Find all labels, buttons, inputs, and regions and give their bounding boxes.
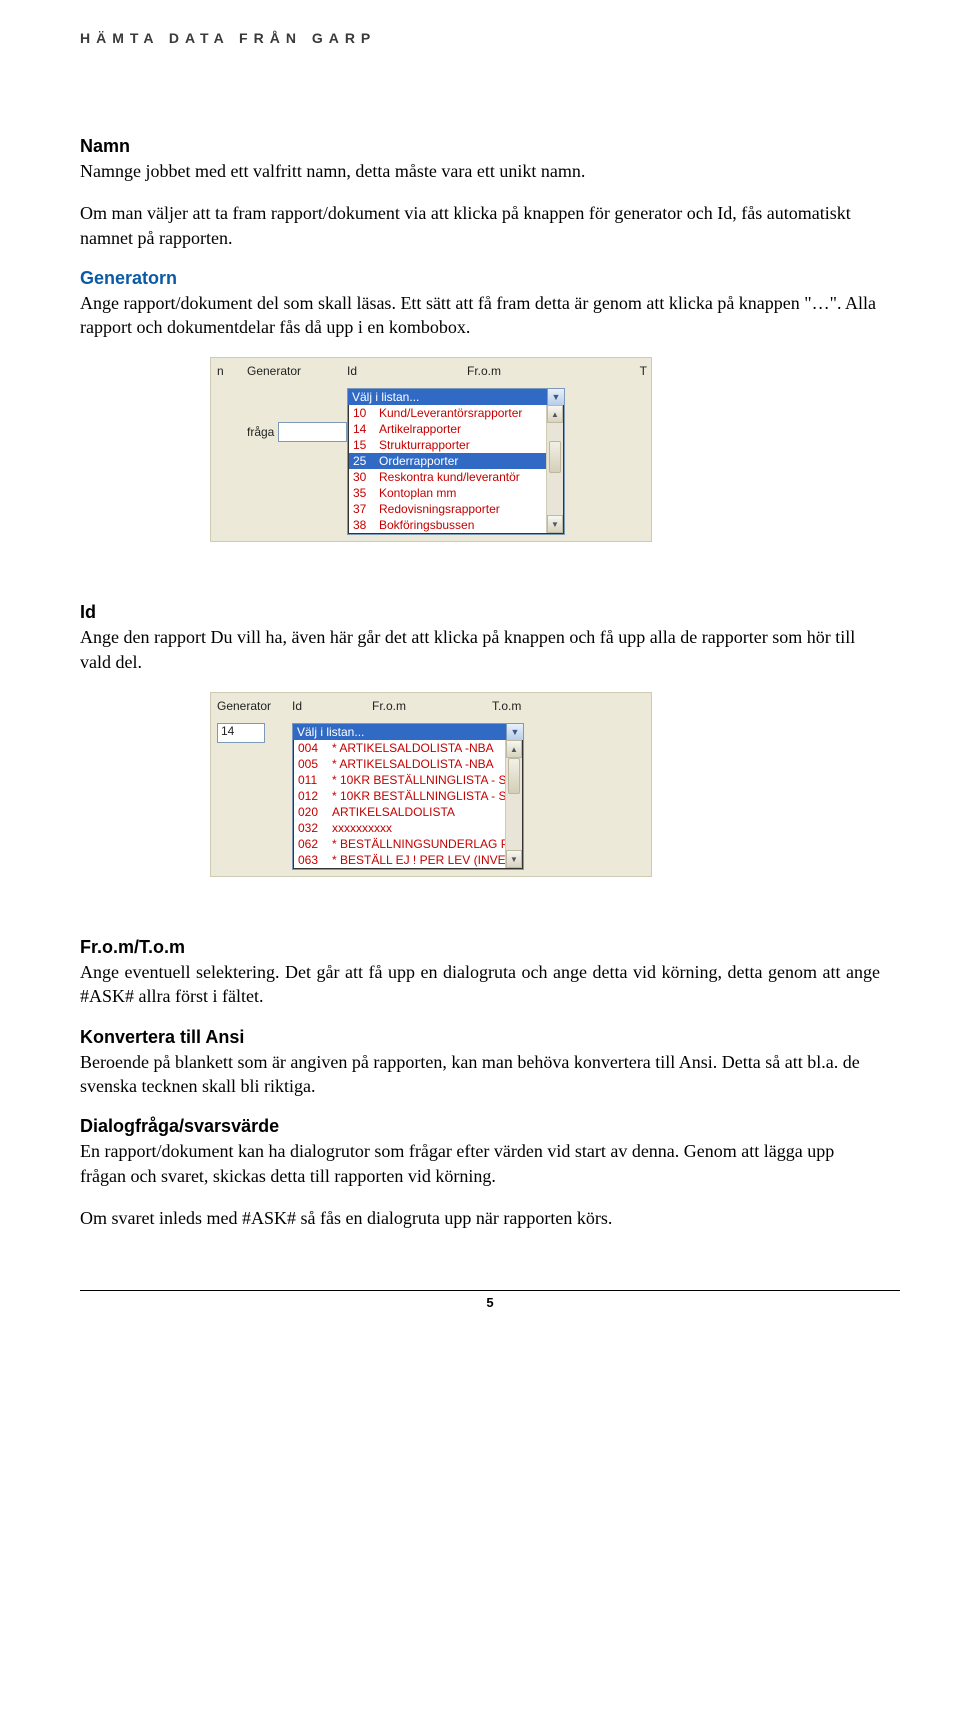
para: Om man väljer att ta fram rapport/dokume… bbox=[80, 201, 880, 250]
para: Om svaret inleds med #ASK# så fås en dia… bbox=[80, 1206, 880, 1230]
screenshot-generator-combo: n Generator Id Fr.o.m T fråga Välj i lis… bbox=[210, 357, 652, 542]
generator-dropdown[interactable]: Välj i listan... ▼ 10Kund/Leverantörsrap… bbox=[347, 388, 565, 535]
list-item[interactable]: 14Artikelrapporter bbox=[349, 421, 563, 437]
scroll-down-icon[interactable]: ▼ bbox=[547, 515, 563, 533]
heading-id: Id bbox=[80, 602, 880, 623]
col-to: T.o.m bbox=[492, 699, 612, 713]
heading-namn: Namn bbox=[80, 136, 880, 157]
dropdown-selected[interactable]: Välj i listan... bbox=[348, 389, 547, 405]
para: Ange den rapport Du vill ha, även här gå… bbox=[80, 625, 880, 674]
heading-generatorn: Generatorn bbox=[80, 268, 880, 289]
col-generator: Generator bbox=[247, 364, 347, 378]
heading-konvertera: Konvertera till Ansi bbox=[80, 1027, 880, 1048]
dropdown-button[interactable]: ▼ bbox=[547, 389, 564, 405]
col-id: Id bbox=[347, 364, 467, 378]
dropdown-button[interactable]: ▼ bbox=[506, 724, 523, 740]
scrollbar[interactable]: ▲ ▼ bbox=[546, 405, 563, 533]
scroll-thumb[interactable] bbox=[549, 441, 561, 473]
heading-dialogfraga: Dialogfråga/svarsvärde bbox=[80, 1116, 880, 1137]
scroll-thumb[interactable] bbox=[508, 758, 520, 794]
para: Beroende på blankett som är angiven på r… bbox=[80, 1050, 880, 1099]
list-item[interactable]: 30Reskontra kund/leverantör bbox=[349, 469, 563, 485]
generator-input[interactable]: 14 bbox=[217, 723, 265, 743]
fraga-input[interactable] bbox=[278, 422, 347, 442]
dropdown-list[interactable]: 004* ARTIKELSALDOLISTA -NBA005* ARTIKELS… bbox=[293, 740, 523, 869]
scroll-down-icon[interactable]: ▼ bbox=[506, 850, 522, 868]
para: Namnge jobbet med ett valfritt namn, det… bbox=[80, 159, 880, 183]
list-item[interactable]: 032xxxxxxxxxx bbox=[294, 820, 522, 836]
dropdown-list[interactable]: 10Kund/Leverantörsrapporter14Artikelrapp… bbox=[348, 405, 564, 534]
col-generator: Generator bbox=[217, 699, 292, 713]
col-t: T bbox=[587, 364, 647, 378]
screenshot-id-combo: Generator Id Fr.o.m T.o.m 14 Välj i list… bbox=[210, 692, 652, 877]
heading-from-tom: Fr.o.m/T.o.m bbox=[80, 937, 880, 958]
list-item[interactable]: 37Redovisningsrapporter bbox=[349, 501, 563, 517]
label-fraga: fråga bbox=[247, 425, 274, 439]
list-item[interactable]: 25Orderrapporter bbox=[349, 453, 563, 469]
col-n: n bbox=[217, 364, 247, 378]
page-number: 5 bbox=[80, 1290, 900, 1310]
id-dropdown[interactable]: Välj i listan... ▼ 004* ARTIKELSALDOLIST… bbox=[292, 723, 524, 870]
list-item[interactable]: 10Kund/Leverantörsrapporter bbox=[349, 405, 563, 421]
para: En rapport/dokument kan ha dialogrutor s… bbox=[80, 1139, 880, 1188]
list-item[interactable]: 38Bokföringsbussen bbox=[349, 517, 563, 533]
running-head: HÄMTA DATA FRÅN GARP bbox=[80, 30, 880, 46]
scroll-up-icon[interactable]: ▲ bbox=[547, 405, 563, 423]
list-item[interactable]: 063* BESTÄLL EJ ! PER LEV (INVERT bbox=[294, 852, 522, 868]
list-item[interactable]: 004* ARTIKELSALDOLISTA -NBA bbox=[294, 740, 522, 756]
col-id: Id bbox=[292, 699, 372, 713]
col-from: Fr.o.m bbox=[467, 364, 587, 378]
col-from: Fr.o.m bbox=[372, 699, 492, 713]
list-item[interactable]: 020ARTIKELSALDOLISTA bbox=[294, 804, 522, 820]
scrollbar[interactable]: ▲ ▼ bbox=[505, 740, 522, 868]
list-item[interactable]: 35Kontoplan mm bbox=[349, 485, 563, 501]
dropdown-selected[interactable]: Välj i listan... bbox=[293, 724, 506, 740]
para: Ange eventuell selektering. Det går att … bbox=[80, 960, 880, 1009]
scroll-up-icon[interactable]: ▲ bbox=[506, 740, 522, 758]
list-item[interactable]: 062* BESTÄLLNINGSUNDERLAG PE bbox=[294, 836, 522, 852]
para: Ange rapport/dokument del som skall läsa… bbox=[80, 291, 880, 340]
list-item[interactable]: 011* 10KR BESTÄLLNINGLISTA - ST bbox=[294, 772, 522, 788]
list-item[interactable]: 15Strukturrapporter bbox=[349, 437, 563, 453]
list-item[interactable]: 012* 10KR BESTÄLLNINGLISTA - ST bbox=[294, 788, 522, 804]
list-item[interactable]: 005* ARTIKELSALDOLISTA -NBA bbox=[294, 756, 522, 772]
